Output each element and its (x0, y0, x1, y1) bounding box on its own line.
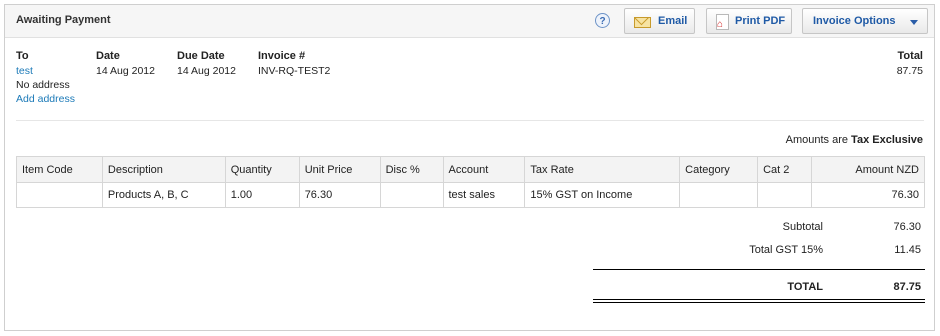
date-value: 14 Aug 2012 (96, 65, 155, 77)
totals-section: Subtotal 76.30 Total GST 15% 11.45 (593, 215, 925, 261)
to-heading: To (16, 50, 29, 62)
subtotal-row: Subtotal 76.30 (593, 215, 925, 238)
table-row: Products A, B, C 1.00 76.30 test sales 1… (16, 182, 925, 208)
quantity-cell: 1.00 (224, 182, 300, 208)
gst-value: 11.45 (894, 244, 921, 256)
subtotal-value: 76.30 (893, 221, 921, 233)
contact-link[interactable]: test (16, 64, 75, 78)
contact-address: No address (16, 79, 70, 91)
to-block: To test No address Add address (16, 50, 75, 106)
date-heading: Date (96, 50, 120, 62)
table-header-row: Item Code Description Quantity Unit Pric… (16, 156, 925, 183)
grand-total-row: TOTAL 87.75 (593, 277, 925, 297)
total-double-rule-top (593, 299, 925, 300)
print-pdf-button-label: Print PDF (735, 15, 786, 27)
due-date-block: Due Date 14 Aug 2012 (177, 50, 236, 78)
total-block: Total 87.75 (897, 50, 923, 78)
line-items-table: Item Code Description Quantity Unit Pric… (16, 156, 925, 208)
email-button-label: Email (658, 15, 688, 27)
column-header: Item Code (16, 156, 103, 183)
invoice-panel: Awaiting Payment ? Email Print PDF Invoi… (4, 4, 935, 331)
add-address-link[interactable]: Add address (16, 92, 75, 106)
tax-mode-note: Amounts are Tax Exclusive (786, 134, 923, 146)
column-header: Amount NZD (811, 156, 925, 183)
account-cell: test sales (442, 182, 526, 208)
discount-cell (379, 182, 444, 208)
date-block: Date 14 Aug 2012 (96, 50, 155, 78)
grand-total-label: TOTAL (787, 281, 823, 293)
unit-price-cell: 76.30 (298, 182, 381, 208)
column-header: Category (679, 156, 759, 183)
cat2-cell (757, 182, 813, 208)
column-header: Account (442, 156, 526, 183)
invoice-header: Awaiting Payment ? Email Print PDF Invoi… (5, 5, 934, 38)
subtotal-label: Subtotal (782, 221, 823, 233)
gst-label: Total GST 15% (749, 244, 823, 256)
description-cell: Products A, B, C (101, 182, 226, 208)
status-title: Awaiting Payment (16, 14, 111, 26)
tax-rate-cell: 15% GST on Income (524, 182, 681, 208)
invoice-number-block: Invoice # INV-RQ-TEST2 (258, 50, 330, 78)
column-header: Tax Rate (524, 156, 681, 183)
tax-mode-value: Tax Exclusive (851, 134, 923, 146)
total-value: 87.75 (896, 65, 923, 77)
print-pdf-button[interactable]: Print PDF (706, 8, 792, 37)
invoice-options-label: Invoice Options (813, 15, 896, 27)
category-cell (679, 182, 759, 208)
column-header: Disc % (379, 156, 444, 183)
due-date-heading: Due Date (177, 50, 225, 62)
envelope-icon (634, 17, 651, 28)
column-header: Quantity (224, 156, 300, 183)
amount-cell: 76.30 (811, 182, 925, 208)
column-header: Description (101, 156, 226, 183)
total-double-rule-bottom (593, 302, 925, 303)
due-date-value: 14 Aug 2012 (177, 65, 236, 77)
item-code-cell (16, 182, 103, 208)
gst-row: Total GST 15% 11.45 (593, 238, 925, 261)
invoice-number-heading: Invoice # (258, 50, 306, 62)
total-heading: Total (897, 50, 923, 62)
email-button[interactable]: Email (624, 8, 695, 34)
column-header: Cat 2 (757, 156, 813, 183)
tax-mode-prefix: Amounts are (785, 134, 848, 146)
invoice-number-value: INV-RQ-TEST2 (258, 65, 331, 77)
help-icon[interactable]: ? (595, 13, 610, 28)
chevron-down-icon (910, 20, 918, 25)
column-header: Unit Price (298, 156, 381, 183)
grand-total-value: 87.75 (893, 281, 921, 293)
total-top-rule (593, 269, 925, 270)
pdf-icon (716, 13, 729, 37)
divider (16, 120, 924, 121)
invoice-options-button[interactable]: Invoice Options (802, 8, 928, 34)
